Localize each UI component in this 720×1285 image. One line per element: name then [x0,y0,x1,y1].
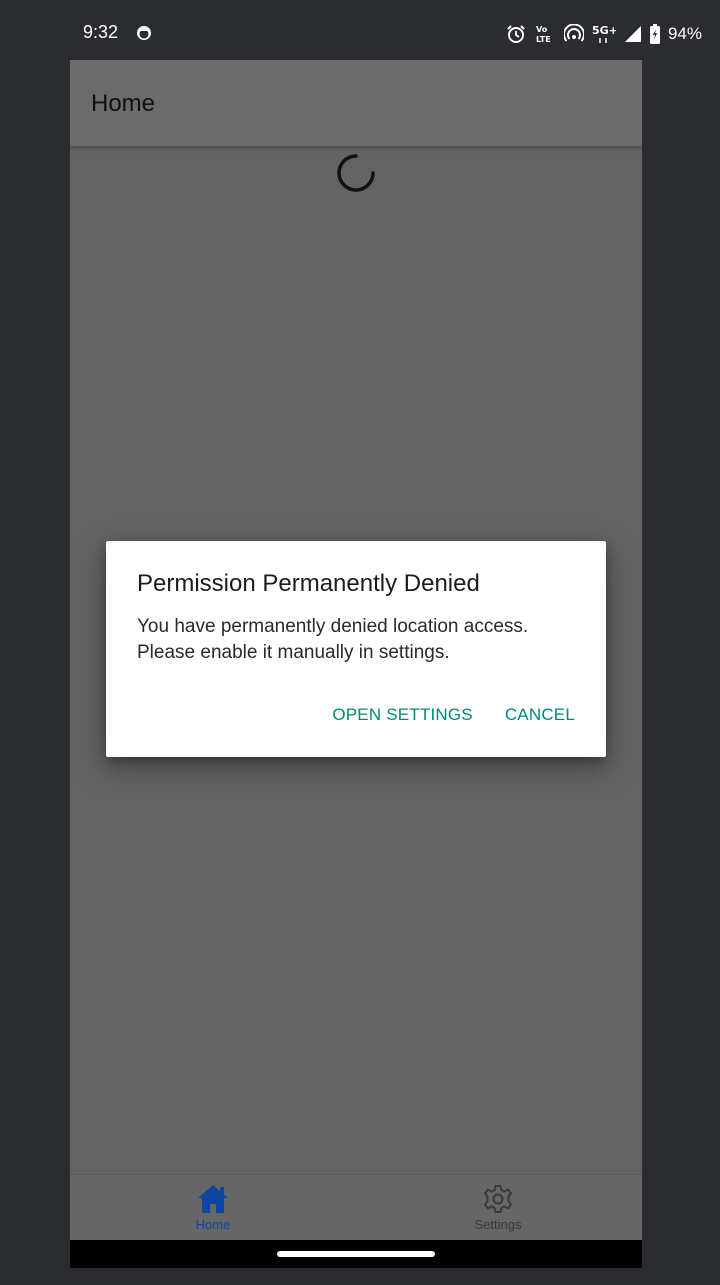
dialog-message: You have permanently denied location acc… [137,616,529,663]
cancel-button[interactable]: CANCEL [505,705,575,725]
nav-item-settings[interactable]: Settings [428,1183,568,1239]
status-icons: Vo LTE 5G+ 94% [506,20,702,48]
app-notification-icon [137,26,151,40]
phone-screen: 9:32 Vo LTE 5G+ 94% Home Home Settings P… [0,0,720,1285]
dialog-title: Permission Permanently Denied [137,570,480,597]
home-icon [198,1185,228,1213]
status-time: 9:32 [83,22,119,42]
svg-text:5G+: 5G+ [592,24,616,37]
hotspot-icon [563,24,584,42]
signal-icon [624,26,641,42]
5g-plus-icon: 5G+ [592,24,616,43]
alarm-icon [507,25,525,43]
nav-label-home: Home [195,1217,231,1232]
permission-dialog: Permission Permanently Denied You have p… [106,541,606,757]
app-bar: Home [70,60,642,146]
svg-text:LTE: LTE [536,35,551,44]
volte-icon: Vo LTE [536,25,551,44]
gear-icon [484,1185,512,1213]
loading-spinner-icon [337,154,375,192]
battery-charging-icon [649,24,660,44]
dialog-actions: OPEN SETTINGS CANCEL [332,705,575,725]
home-gesture-handle[interactable] [277,1251,435,1257]
battery-percent: 94% [667,24,702,43]
page-title: Home [91,90,156,117]
system-gesture-bar [70,1240,642,1268]
status-bar: 9:32 Vo LTE 5G+ 94% [0,0,720,60]
device-bottom-edge [0,1268,720,1285]
open-settings-button[interactable]: OPEN SETTINGS [332,705,473,725]
nav-item-home[interactable]: Home [143,1183,283,1239]
bottom-navigation: Home Settings [70,1174,642,1241]
nav-label-settings: Settings [474,1217,522,1232]
svg-text:Vo: Vo [536,25,548,34]
